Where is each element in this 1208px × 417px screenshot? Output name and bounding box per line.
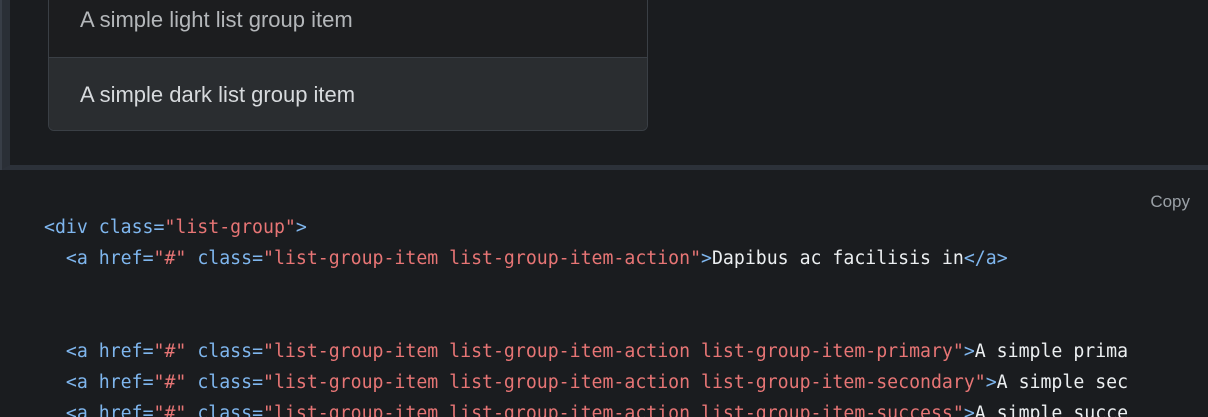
code-tag: > xyxy=(295,217,307,238)
code-attr: href= xyxy=(98,372,154,393)
code-string: "list-group-item list-group-item-action" xyxy=(263,248,702,269)
code-attr: class= xyxy=(98,217,165,238)
list-group: A simple light list group item A simple … xyxy=(48,0,648,131)
code-string: "#" xyxy=(153,341,187,362)
code-line: <a href="#" class="list-group-item list-… xyxy=(44,336,1128,367)
code-line: <div class="list-group"> xyxy=(44,212,1128,243)
code-string: "list-group" xyxy=(164,217,296,238)
code-tag: > xyxy=(963,341,975,362)
code-snippet: Copy <div class="list-group"> <a href="#… xyxy=(0,170,1208,417)
code-line: <a href="#" class="list-group-item list-… xyxy=(44,367,1128,398)
code-string: "#" xyxy=(153,372,187,393)
code-text: A simple succe xyxy=(974,403,1129,417)
copy-button[interactable]: Copy xyxy=(1150,192,1190,212)
code-tag: <a xyxy=(65,372,99,393)
code-block[interactable]: <div class="list-group"> <a href="#" cla… xyxy=(44,212,1128,417)
list-group-item-dark[interactable]: A simple dark list group item xyxy=(49,58,647,130)
code-attr: href= xyxy=(98,403,154,417)
code-attr: href= xyxy=(98,341,154,362)
code-string: "list-group-item list-group-item-action … xyxy=(263,403,964,417)
code-string: "list-group-item list-group-item-action … xyxy=(263,341,964,362)
list-group-item-label: A simple light list group item xyxy=(80,7,353,32)
code-tag: <div xyxy=(44,217,99,238)
code-tag: <a xyxy=(65,341,99,362)
code-text: A simple sec xyxy=(996,372,1129,393)
code-attr: href= xyxy=(98,248,154,269)
code-string: "#" xyxy=(153,248,187,269)
code-tag: > xyxy=(985,372,997,393)
list-group-item-light[interactable]: A simple light list group item xyxy=(49,0,647,58)
code-attr: class= xyxy=(186,403,264,417)
code-text: Dapibus ac facilisis in xyxy=(711,248,964,269)
example-preview: A simple light list group item A simple … xyxy=(0,0,1208,170)
code-tag: > xyxy=(963,403,975,417)
code-line: <a href="#" class="list-group-item list-… xyxy=(44,398,1128,417)
code-attr: class= xyxy=(186,248,264,269)
code-attr: class= xyxy=(186,372,264,393)
code-attr: class= xyxy=(186,341,264,362)
code-tag: <a xyxy=(65,403,99,417)
code-line: <a href="#" class="list-group-item list-… xyxy=(44,243,1128,274)
code-string: "list-group-item list-group-item-action … xyxy=(263,372,986,393)
code-tag: > xyxy=(701,248,712,269)
list-group-item-label: A simple dark list group item xyxy=(80,81,356,107)
code-tag: <a xyxy=(65,248,99,269)
code-string: "#" xyxy=(153,403,187,417)
code-tag: </a> xyxy=(963,248,1008,269)
code-text: A simple prima xyxy=(974,341,1129,362)
